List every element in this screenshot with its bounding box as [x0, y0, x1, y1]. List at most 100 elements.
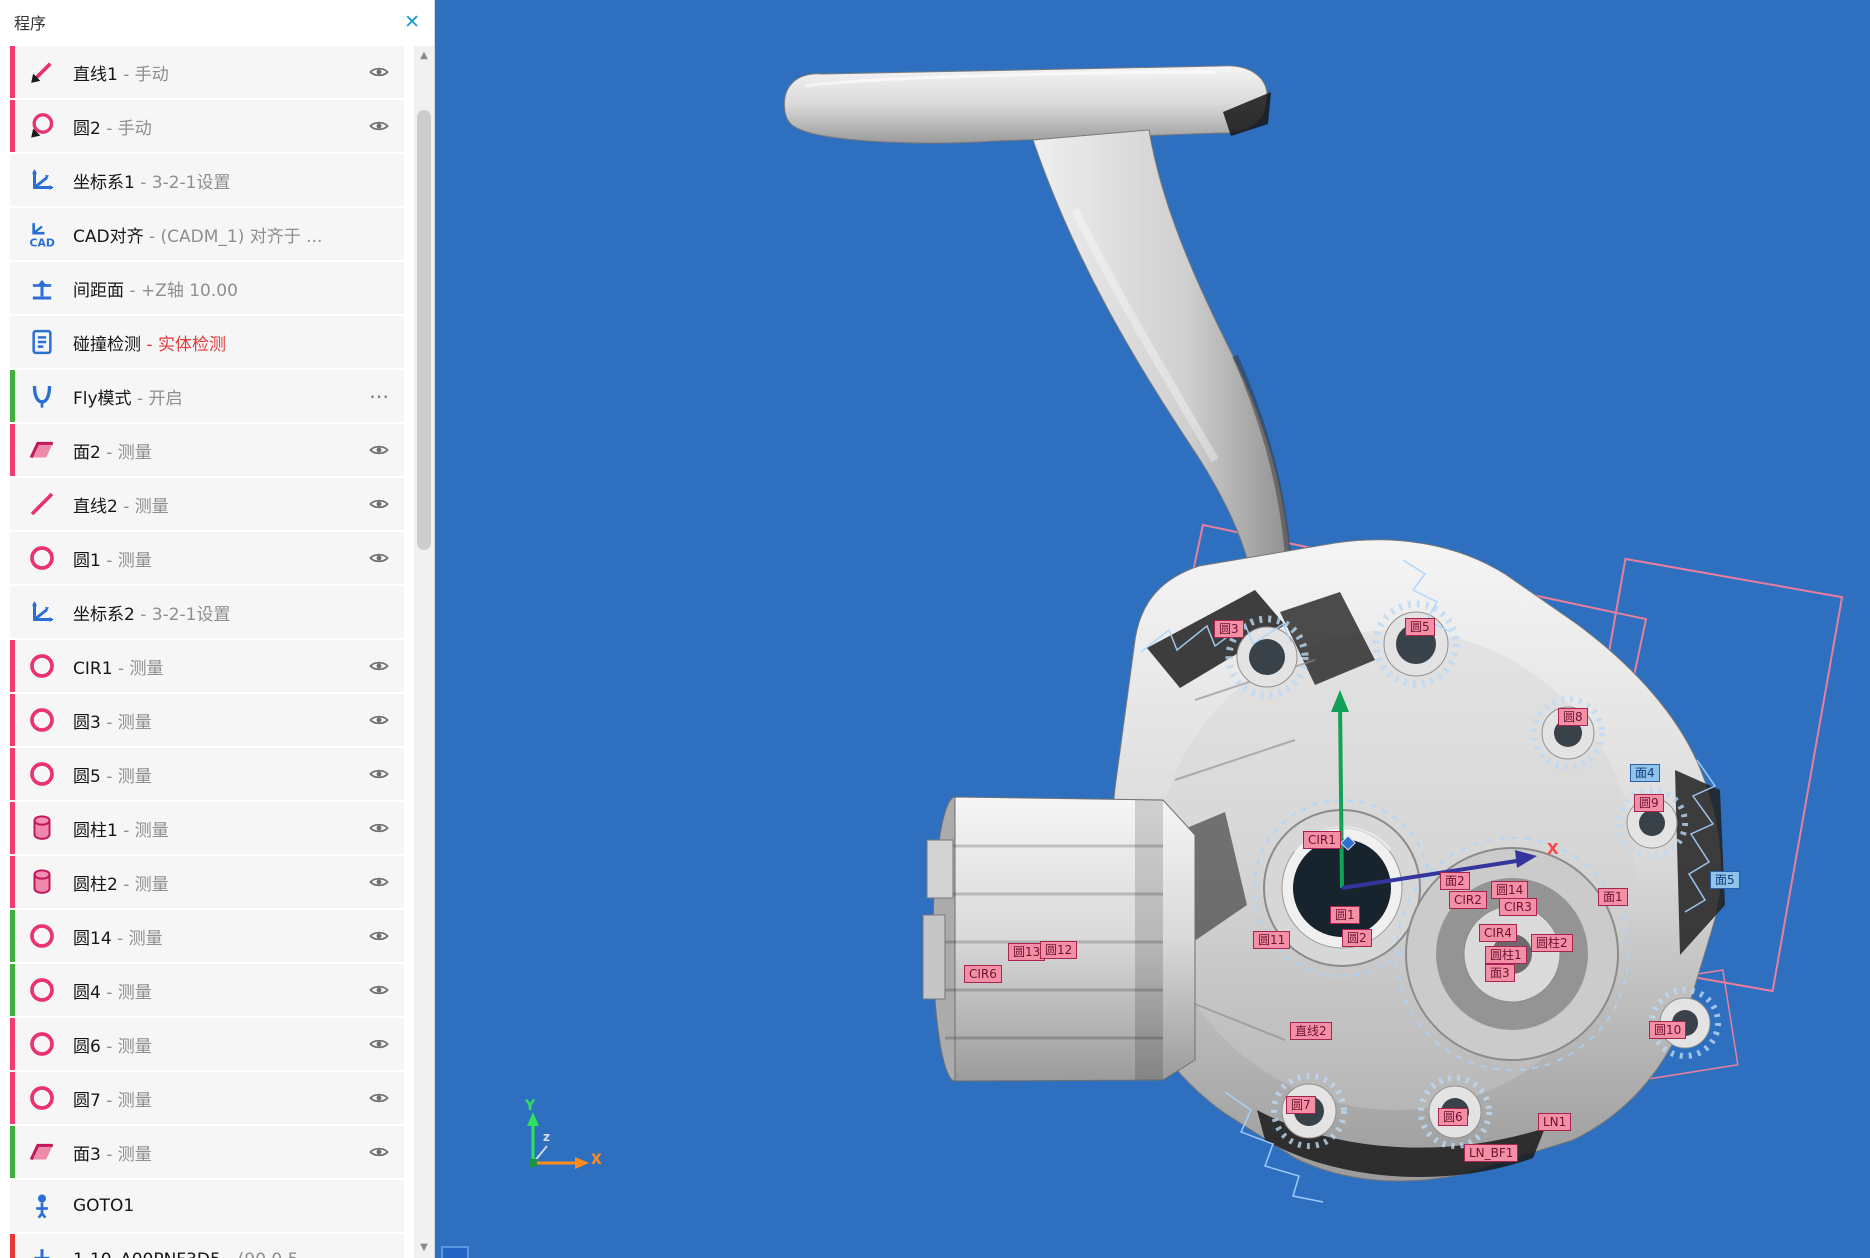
visibility-eye-icon[interactable] [354, 61, 404, 83]
program-step[interactable]: CAD CAD对齐 - (CADM_1) 对齐于 ... [10, 208, 404, 260]
visibility-eye-icon[interactable] [354, 709, 404, 731]
visibility-eye-icon[interactable] [354, 439, 404, 461]
program-step[interactable]: Fly模式 - 开启 ⋯ [10, 370, 404, 422]
scroll-up-icon[interactable]: ▲ [414, 46, 434, 66]
panel-scrollbar[interactable]: ▲ ▼ [414, 46, 434, 1258]
program-step[interactable]: 圆1 - 测量 [10, 532, 404, 584]
viewport-corner-widget[interactable] [441, 1246, 469, 1258]
step-label: 坐标系1 [73, 173, 135, 193]
step-label: CAD对齐 [73, 227, 144, 247]
step-label: 直线2 [73, 497, 118, 517]
status-stripe [10, 694, 15, 746]
svg-text:CAD: CAD [30, 237, 55, 250]
feature-label[interactable]: 圆1 [1330, 906, 1360, 924]
step-detail: - 测量 [113, 659, 164, 679]
feature-label[interactable]: CIR2 [1449, 891, 1487, 909]
feature-label[interactable]: 圆3 [1214, 620, 1244, 638]
visibility-eye-icon[interactable] [354, 1033, 404, 1055]
feature-label[interactable]: 面1 [1598, 888, 1628, 906]
program-step[interactable]: 圆14 - 测量 [10, 910, 404, 962]
feature-label[interactable]: 面5 [1710, 871, 1740, 889]
status-stripe [10, 1126, 15, 1178]
program-step[interactable]: 圆柱2 - 测量 [10, 856, 404, 908]
feature-label[interactable]: 圆7 [1286, 1096, 1316, 1114]
visibility-eye-icon[interactable] [354, 655, 404, 677]
feature-label[interactable]: 圆柱2 [1531, 934, 1573, 952]
program-step[interactable]: 坐标系1 - 3-2-1设置 [10, 154, 404, 206]
feature-label[interactable]: 面2 [1440, 872, 1470, 890]
status-stripe [10, 46, 15, 98]
program-step[interactable]: 直线1 - 手动 [10, 46, 404, 98]
visibility-eye-icon[interactable] [354, 871, 404, 893]
feature-label[interactable]: LN1 [1538, 1113, 1571, 1131]
program-step[interactable]: 坐标系2 - 3-2-1设置 [10, 586, 404, 638]
feature-label[interactable]: 面3 [1485, 964, 1515, 982]
program-step[interactable]: GOTO1 [10, 1180, 404, 1232]
feature-label[interactable]: 圆柱1 [1485, 946, 1527, 964]
program-step[interactable]: 面2 - 测量 [10, 424, 404, 476]
feature-label[interactable]: CIR1 [1303, 831, 1341, 849]
feature-label[interactable]: 面4 [1630, 764, 1660, 782]
status-stripe [10, 640, 15, 692]
program-step[interactable]: 碰撞检测 - 实体检测 [10, 316, 404, 368]
visibility-eye-icon[interactable] [354, 1087, 404, 1109]
feature-label[interactable]: 圆12 [1040, 941, 1077, 959]
program-step[interactable]: 圆4 - 测量 [10, 964, 404, 1016]
feature-label[interactable]: LN_BF1 [1464, 1144, 1518, 1162]
feature-label[interactable]: 圆2 [1342, 929, 1372, 947]
step-label: 圆2 [73, 119, 101, 139]
visibility-eye-icon[interactable] [354, 817, 404, 839]
scrollbar-thumb[interactable] [417, 110, 431, 550]
feature-label[interactable]: 圆14 [1491, 881, 1528, 899]
step-detail: - 开启 [132, 389, 183, 409]
visibility-eye-icon[interactable] [354, 1141, 404, 1163]
close-icon[interactable]: ✕ [404, 13, 420, 32]
step-detail: - 手动 [118, 65, 169, 85]
step-detail: - +Z轴 10.00 [124, 281, 238, 301]
feature-label[interactable]: 圆5 [1405, 618, 1435, 636]
step-label: 圆1 [73, 551, 101, 571]
step-detail: - 测量 [101, 1091, 152, 1111]
program-step[interactable]: 圆7 - 测量 [10, 1072, 404, 1124]
offset-plane-icon [27, 273, 57, 303]
feature-label[interactable]: 圆10 [1649, 1021, 1686, 1039]
feature-label[interactable]: CIR4 [1479, 924, 1517, 942]
visibility-eye-icon[interactable] [354, 925, 404, 947]
program-step[interactable]: 直线2 - 测量 [10, 478, 404, 530]
axis-label: X [1547, 840, 1559, 858]
more-options-icon[interactable]: ⋯ [354, 384, 404, 408]
visibility-eye-icon[interactable] [354, 979, 404, 1001]
circle-plain-icon [27, 1029, 57, 1059]
feature-label[interactable]: CIR6 [964, 965, 1002, 983]
program-step-list: 直线1 - 手动 圆2 - 手动 坐标系1 - 3-2-1设置 CAD CAD对… [10, 46, 404, 1258]
scroll-down-icon[interactable]: ▼ [414, 1238, 434, 1258]
step-label: 圆4 [73, 983, 101, 1003]
step-label: 圆7 [73, 1091, 101, 1111]
cylinder-icon [27, 813, 57, 843]
status-stripe [10, 1072, 15, 1124]
feature-label[interactable]: 圆9 [1634, 794, 1664, 812]
visibility-eye-icon[interactable] [354, 763, 404, 785]
status-stripe [10, 208, 15, 260]
visibility-eye-icon[interactable] [354, 493, 404, 515]
program-step[interactable]: 圆5 - 测量 [10, 748, 404, 800]
program-step[interactable]: 圆2 - 手动 [10, 100, 404, 152]
program-step[interactable]: 间距面 - +Z轴 10.00 [10, 262, 404, 314]
program-step[interactable]: 圆柱1 - 测量 [10, 802, 404, 854]
program-step[interactable]: 圆3 - 测量 [10, 694, 404, 746]
status-stripe [10, 1180, 15, 1232]
viewport-3d[interactable]: 圆3 圆5 圆8 面4 圆9 面5 CIR1 面2CIR2圆14CIR3 面1 圆1 圆2 圆11 圆1… [435, 0, 1870, 1258]
program-step[interactable]: 圆6 - 测量 [10, 1018, 404, 1070]
feature-label[interactable]: 直线2 [1290, 1022, 1332, 1040]
feature-label[interactable]: 圆8 [1558, 708, 1588, 726]
program-step[interactable]: 1-10_A00PNF3D5 - (90.0 5… [10, 1234, 404, 1258]
feature-label[interactable]: CIR3 [1499, 898, 1537, 916]
program-step[interactable]: 面3 - 测量 [10, 1126, 404, 1178]
feature-label[interactable]: 圆6 [1438, 1108, 1468, 1126]
visibility-eye-icon[interactable] [354, 547, 404, 569]
feature-label[interactable]: 圆11 [1253, 931, 1290, 949]
step-label: 间距面 [73, 281, 124, 301]
program-step[interactable]: CIR1 - 测量 [10, 640, 404, 692]
step-detail: - 测量 [118, 875, 169, 895]
visibility-eye-icon[interactable] [354, 115, 404, 137]
